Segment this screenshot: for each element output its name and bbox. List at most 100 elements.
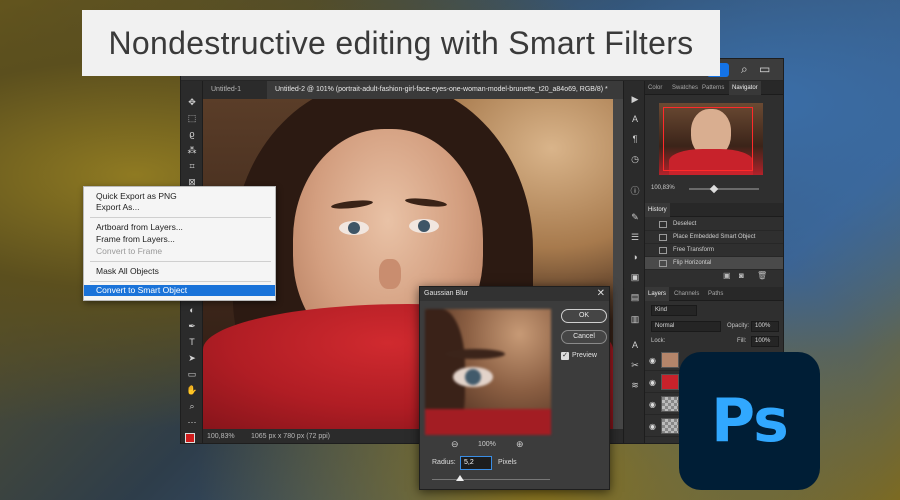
visibility-eye-icon[interactable]: ◉ xyxy=(649,378,656,387)
history-item[interactable]: Flip Horizontal xyxy=(645,257,783,270)
panel-icon-strip: ▶ A ¶ ◷ ⓘ ✎ ☰ ◑ ▣ ▤ ▥ A ✂ ≋ xyxy=(623,81,645,443)
libraries-icon[interactable]: ▣ xyxy=(629,271,641,283)
navigator-zoom[interactable]: 100,83% xyxy=(651,185,675,191)
camera-icon[interactable]: ◙ xyxy=(739,271,744,280)
history-state-icon xyxy=(659,247,667,254)
properties-icon[interactable]: ▤ xyxy=(629,291,641,303)
menu-separator xyxy=(90,217,271,218)
radius-input[interactable]: 5,2 xyxy=(460,456,492,470)
lock-label: Lock: xyxy=(651,338,666,344)
blend-mode-select[interactable]: Normal xyxy=(651,321,721,332)
ok-button[interactable]: OK xyxy=(561,309,607,323)
fill-field[interactable]: 100% xyxy=(751,336,779,347)
zoom-out-icon[interactable]: ⊖ xyxy=(451,439,459,450)
magic-wand-tool-icon[interactable]: ⁂ xyxy=(184,143,200,157)
play-icon[interactable]: ▶ xyxy=(629,93,641,105)
visibility-eye-icon[interactable]: ◉ xyxy=(649,400,656,409)
channels-icon[interactable]: ≋ xyxy=(629,379,641,391)
layer-thumbnail xyxy=(661,396,679,412)
status-zoom[interactable]: 100,83% xyxy=(207,429,235,443)
radius-slider[interactable] xyxy=(432,479,550,480)
zoom-in-icon[interactable]: ⊕ xyxy=(516,439,524,450)
tab-navigator[interactable]: Navigator xyxy=(729,81,761,95)
photo-left-eye xyxy=(339,221,369,235)
tools-icon[interactable]: ✂ xyxy=(629,359,641,371)
preview-checkbox[interactable]: ✓ xyxy=(561,352,569,360)
tab-color[interactable]: Color xyxy=(645,81,665,95)
visibility-eye-icon[interactable]: ◉ xyxy=(649,356,656,365)
blur-preview-pane[interactable] xyxy=(425,309,551,435)
menu-separator xyxy=(90,281,271,282)
layers-panel-tabs: Layers Channels Paths xyxy=(645,287,783,301)
foreground-color-swatch[interactable] xyxy=(185,433,195,443)
type-icon[interactable]: A xyxy=(629,339,641,351)
tab-paths[interactable]: Paths xyxy=(705,287,726,301)
navigator-panel-tabs: Color Swatches Patterns Navigator xyxy=(645,81,783,95)
info-icon[interactable]: ⓘ xyxy=(629,185,641,197)
radius-slider-thumb[interactable] xyxy=(456,475,464,481)
menu-item-convert-to-frame: Convert to Frame xyxy=(96,246,163,256)
photoshop-logo: Ps xyxy=(679,352,820,490)
clock-icon[interactable]: ◷ xyxy=(629,153,641,165)
history-item[interactable]: Free Transform xyxy=(645,244,783,257)
styles-icon[interactable]: ◑ xyxy=(629,251,641,263)
pen-tool-icon[interactable]: ✒ xyxy=(184,319,200,333)
marquee-tool-icon[interactable]: ⬚ xyxy=(184,111,200,125)
menu-item-quick-export[interactable]: Quick Export as PNG xyxy=(84,191,275,202)
rectangle-tool-icon[interactable]: ▭ xyxy=(184,367,200,381)
banner-title: Nondestructive editing with Smart Filter… xyxy=(82,10,720,76)
tab-layers[interactable]: Layers xyxy=(645,287,670,301)
gaussian-blur-dialog: Gaussian Blur ✕ OK Cancel ✓ Preview ⊖ 10… xyxy=(419,286,610,490)
navigator-preview[interactable] xyxy=(659,103,763,175)
navigator-zoom-slider[interactable] xyxy=(689,188,759,190)
lasso-tool-icon[interactable]: ϱ xyxy=(184,127,200,141)
navigator-view-frame[interactable] xyxy=(663,107,753,171)
photo-left-brow xyxy=(330,198,374,211)
visibility-eye-icon[interactable]: ◉ xyxy=(649,422,656,431)
tab-patterns[interactable]: Patterns xyxy=(699,81,727,95)
preview-zoom-level: 100% xyxy=(478,441,496,448)
photo-right-eye xyxy=(409,219,439,233)
tab-history[interactable]: History xyxy=(645,203,670,217)
tab-channels[interactable]: Channels xyxy=(671,287,702,301)
menu-item-frame-from-layers[interactable]: Frame from Layers... xyxy=(84,234,275,245)
history-item[interactable]: Deselect xyxy=(645,218,783,231)
layer-filter-select[interactable]: Kind xyxy=(651,305,697,316)
workspace-icon[interactable]: ▭ xyxy=(759,62,770,76)
document-tabs: Untitled-1 Untitled-2 @ 101% (portrait-a… xyxy=(203,81,623,99)
crop-tool-icon[interactable]: ⌗ xyxy=(184,159,200,173)
menu-item-mask-all-objects[interactable]: Mask All Objects xyxy=(84,266,275,277)
new-document-from-state-icon[interactable]: ▣ xyxy=(723,271,731,280)
search-icon[interactable]: ⌕ xyxy=(741,62,748,77)
menu-item-export-as[interactable]: Export As... xyxy=(84,202,275,213)
cancel-button[interactable]: Cancel xyxy=(561,330,607,344)
character-icon[interactable]: A xyxy=(629,113,641,125)
type-tool-icon[interactable]: T xyxy=(184,335,200,349)
opacity-label: Opacity: xyxy=(727,323,750,329)
history-panel-header: History xyxy=(645,203,783,217)
history-item[interactable]: Place Embedded Smart Object xyxy=(645,231,783,244)
hand-tool-icon[interactable]: ✋ xyxy=(184,383,200,397)
eraser-tool-icon[interactable]: ◐ xyxy=(184,303,200,317)
brush-icon[interactable]: ✎ xyxy=(629,211,641,223)
path-selection-tool-icon[interactable]: ➤ xyxy=(184,351,200,365)
preview-sweater xyxy=(425,409,551,435)
move-tool-icon[interactable]: ✥ xyxy=(184,95,200,109)
navigator-zoom-thumb[interactable] xyxy=(709,184,719,194)
history-state-icon xyxy=(659,221,667,228)
photo-nose xyxy=(379,259,401,289)
paragraph-icon[interactable]: ¶ xyxy=(629,133,641,145)
menu-item-convert-to-smart-object[interactable]: Convert to Smart Object xyxy=(84,285,275,296)
more-tools-icon[interactable]: ⋯ xyxy=(184,415,200,429)
glyphs-icon[interactable]: ▥ xyxy=(629,313,641,325)
tab-swatches[interactable]: Swatches xyxy=(669,81,701,95)
tab-untitled-2[interactable]: Untitled-2 @ 101% (portrait-adult-fashio… xyxy=(267,81,623,99)
opacity-field[interactable]: 100% xyxy=(751,321,779,332)
tab-untitled-1[interactable]: Untitled-1 xyxy=(203,81,267,99)
adjustments-icon[interactable]: ☰ xyxy=(629,231,641,243)
trash-icon[interactable]: 🗑 xyxy=(757,271,767,280)
menu-item-artboard-from-layers[interactable]: Artboard from Layers... xyxy=(84,222,275,233)
logo-text: Ps xyxy=(711,386,789,456)
zoom-tool-icon[interactable]: ⌕ xyxy=(184,399,200,413)
close-icon[interactable]: ✕ xyxy=(597,287,605,301)
